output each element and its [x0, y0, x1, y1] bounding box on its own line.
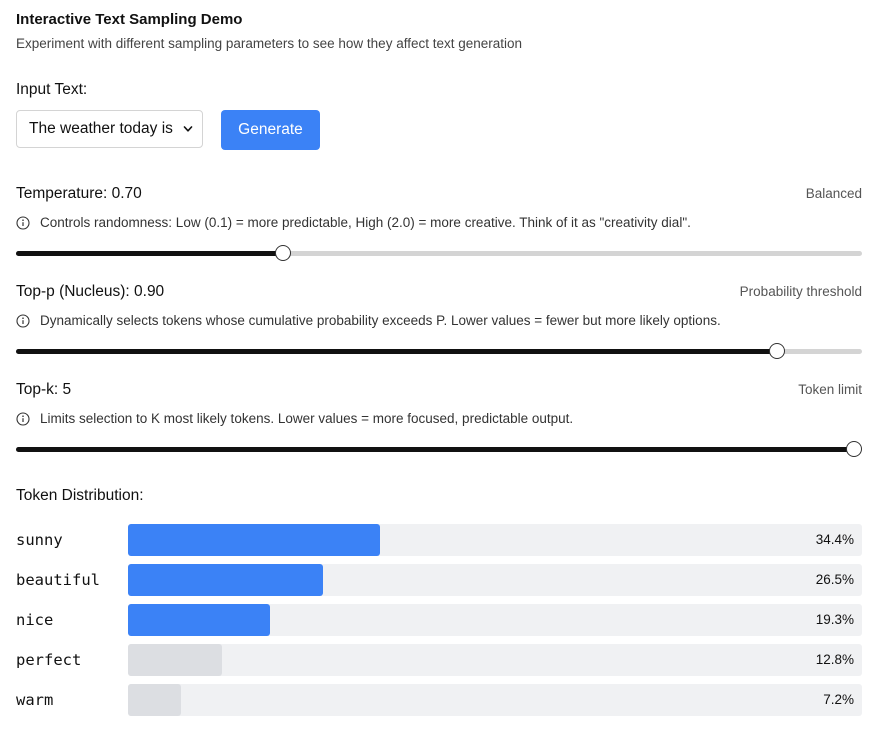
probability-percent: 34.4%	[815, 532, 854, 547]
probability-bar-fill	[128, 644, 222, 676]
token-name: sunny	[16, 531, 63, 549]
probability-bar-track: 34.4%	[128, 524, 862, 556]
probability-percent: 7.2%	[823, 692, 854, 707]
top-p-slider[interactable]	[16, 341, 862, 361]
temperature-description-text: Controls randomness: Low (0.1) = more pr…	[40, 215, 691, 230]
probability-percent: 12.8%	[815, 652, 854, 667]
slider-fill	[16, 349, 778, 354]
token-name: perfect	[16, 651, 82, 669]
token-distribution-label: Token Distribution:	[16, 487, 144, 504]
input-text-selected-value: The weather today is	[29, 120, 173, 137]
input-text-label: Input Text:	[16, 81, 88, 98]
token-name: warm	[16, 691, 54, 709]
top-k-control: Top-k: 5 Token limit Limits selection to…	[16, 381, 862, 461]
token-row: warm 7.2%	[16, 684, 862, 716]
input-text-select[interactable]: The weather today is	[16, 110, 203, 148]
top-k-slider[interactable]	[16, 439, 862, 459]
top-p-tag: Probability threshold	[739, 284, 862, 299]
token-row: perfect 12.8%	[16, 644, 862, 676]
page-subtitle: Experiment with different sampling param…	[16, 36, 523, 51]
probability-percent: 26.5%	[815, 572, 854, 587]
token-row: beautiful 26.5%	[16, 564, 862, 596]
probability-bar-track: 19.3%	[128, 604, 862, 636]
probability-bar-track: 26.5%	[128, 564, 862, 596]
info-icon	[16, 215, 30, 230]
top-k-label: Top-k: 5	[16, 381, 72, 398]
slider-fill	[16, 251, 284, 256]
top-p-label: Top-p (Nucleus): 0.90	[16, 283, 165, 300]
probability-bar-fill	[128, 524, 381, 556]
slider-thumb[interactable]	[846, 441, 862, 457]
top-k-tag: Token limit	[798, 382, 862, 397]
temperature-description: Controls randomness: Low (0.1) = more pr…	[16, 215, 691, 230]
probability-bar-track: 12.8%	[128, 644, 862, 676]
token-row: nice 19.3%	[16, 604, 862, 636]
probability-bar-fill	[128, 684, 181, 716]
probability-bar-fill	[128, 604, 270, 636]
probability-bar-track: 7.2%	[128, 684, 862, 716]
slider-fill	[16, 447, 854, 452]
temperature-tag: Balanced	[805, 186, 862, 201]
token-name: nice	[16, 611, 54, 629]
temperature-label: Temperature: 0.70	[16, 185, 142, 202]
slider-thumb[interactable]	[769, 343, 786, 359]
top-p-description-text: Dynamically selects tokens whose cumulat…	[40, 313, 721, 328]
info-icon	[16, 411, 30, 426]
temperature-control: Temperature: 0.70 Balanced Controls rand…	[16, 185, 862, 265]
probability-percent: 19.3%	[815, 612, 854, 627]
probability-bar-fill	[128, 564, 323, 596]
info-icon	[16, 313, 30, 328]
top-k-description: Limits selection to K most likely tokens…	[16, 411, 573, 426]
chevron-down-icon	[183, 126, 193, 132]
token-row: sunny 34.4%	[16, 524, 862, 556]
top-k-description-text: Limits selection to K most likely tokens…	[40, 411, 574, 426]
top-p-description: Dynamically selects tokens whose cumulat…	[16, 313, 721, 328]
temperature-slider[interactable]	[16, 243, 862, 263]
token-name: beautiful	[16, 571, 100, 589]
slider-thumb[interactable]	[275, 245, 292, 261]
top-p-control: Top-p (Nucleus): 0.90 Probability thresh…	[16, 283, 862, 363]
generate-button[interactable]: Generate	[221, 110, 320, 150]
page-title: Interactive Text Sampling Demo	[16, 11, 243, 28]
